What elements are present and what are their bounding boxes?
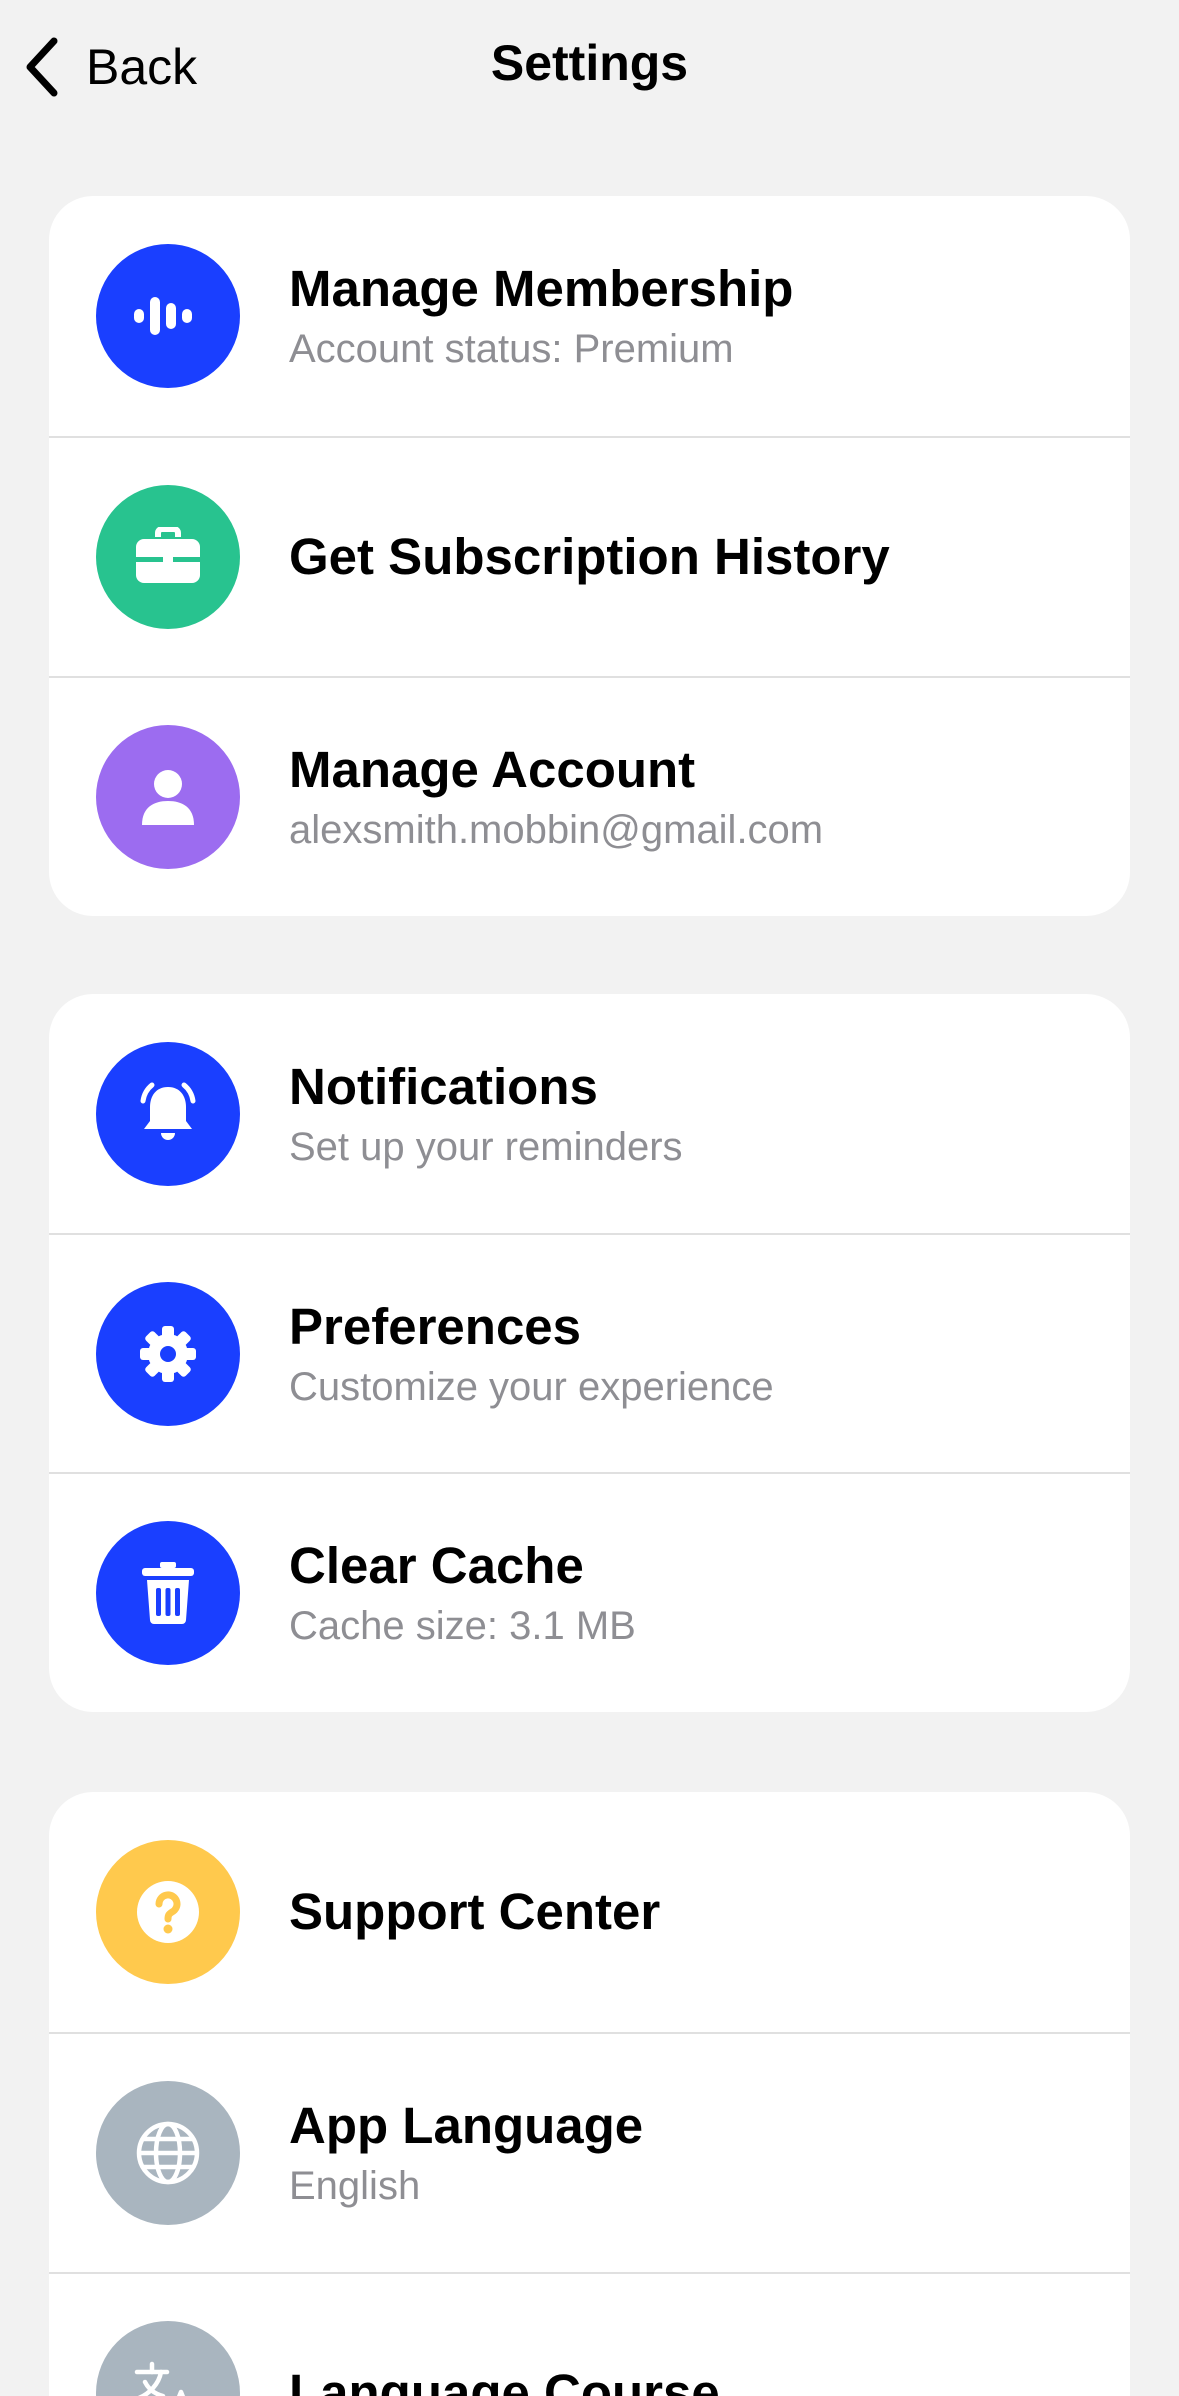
row-title: Get Subscription History <box>289 528 890 585</box>
row-subtitle: Set up your reminders <box>289 1124 683 1169</box>
row-subtitle: Account status: Premium <box>289 327 734 371</box>
app-language-row[interactable]: App Language English <box>49 2032 1130 2272</box>
settings-group-support: Support Center App Language English Lang… <box>49 1792 1130 2396</box>
row-subtitle: English <box>289 2164 421 2208</box>
manage-account-row[interactable]: Manage Account alexsmith.mobbin@gmail.co… <box>49 676 1130 916</box>
translate-icon <box>96 2321 240 2396</box>
bell-icon <box>96 1041 240 1186</box>
row-subtitle: alexsmith.mobbin@gmail.com <box>289 808 824 852</box>
audio-waveform-icon <box>96 244 240 388</box>
subscription-history-row[interactable]: Get Subscription History <box>49 436 1130 676</box>
row-title: App Language <box>289 2097 644 2154</box>
language-course-row[interactable]: Language Course <box>49 2272 1130 2396</box>
row-title: Manage Membership <box>289 260 794 317</box>
question-mark-icon <box>96 1840 240 1984</box>
row-subtitle: Customize your experience <box>289 1364 774 1409</box>
notifications-row[interactable]: Notifications Set up your reminders <box>49 994 1130 1233</box>
person-icon <box>96 725 240 869</box>
support-center-row[interactable]: Support Center <box>49 1792 1130 2032</box>
settings-group-app: Notifications Set up your reminders Pref… <box>49 994 1130 1712</box>
row-title: Preferences <box>289 1297 582 1355</box>
row-title: Manage Account <box>289 741 696 798</box>
row-title: Clear Cache <box>289 1536 584 1594</box>
row-title: Support Center <box>289 1883 661 1940</box>
row-title: Language Course <box>289 2364 720 2396</box>
page-title: Settings <box>490 35 689 91</box>
navigation-bar: Back Settings <box>0 0 1179 134</box>
settings-screen: Back Settings Manage Membership Account … <box>0 0 1179 2396</box>
settings-group-account: Manage Membership Account status: Premiu… <box>49 196 1130 916</box>
clear-cache-row[interactable]: Clear Cache Cache size: 3.1 MB <box>49 1472 1130 1711</box>
row-subtitle: Cache size: 3.1 MB <box>289 1603 636 1648</box>
row-title: Notifications <box>289 1057 598 1115</box>
gear-icon <box>96 1281 240 1426</box>
manage-membership-row[interactable]: Manage Membership Account status: Premiu… <box>49 196 1130 436</box>
trash-icon <box>96 1520 240 1665</box>
globe-icon <box>96 2081 240 2225</box>
preferences-row[interactable]: Preferences Customize your experience <box>49 1233 1130 1472</box>
briefcase-icon <box>96 485 240 629</box>
